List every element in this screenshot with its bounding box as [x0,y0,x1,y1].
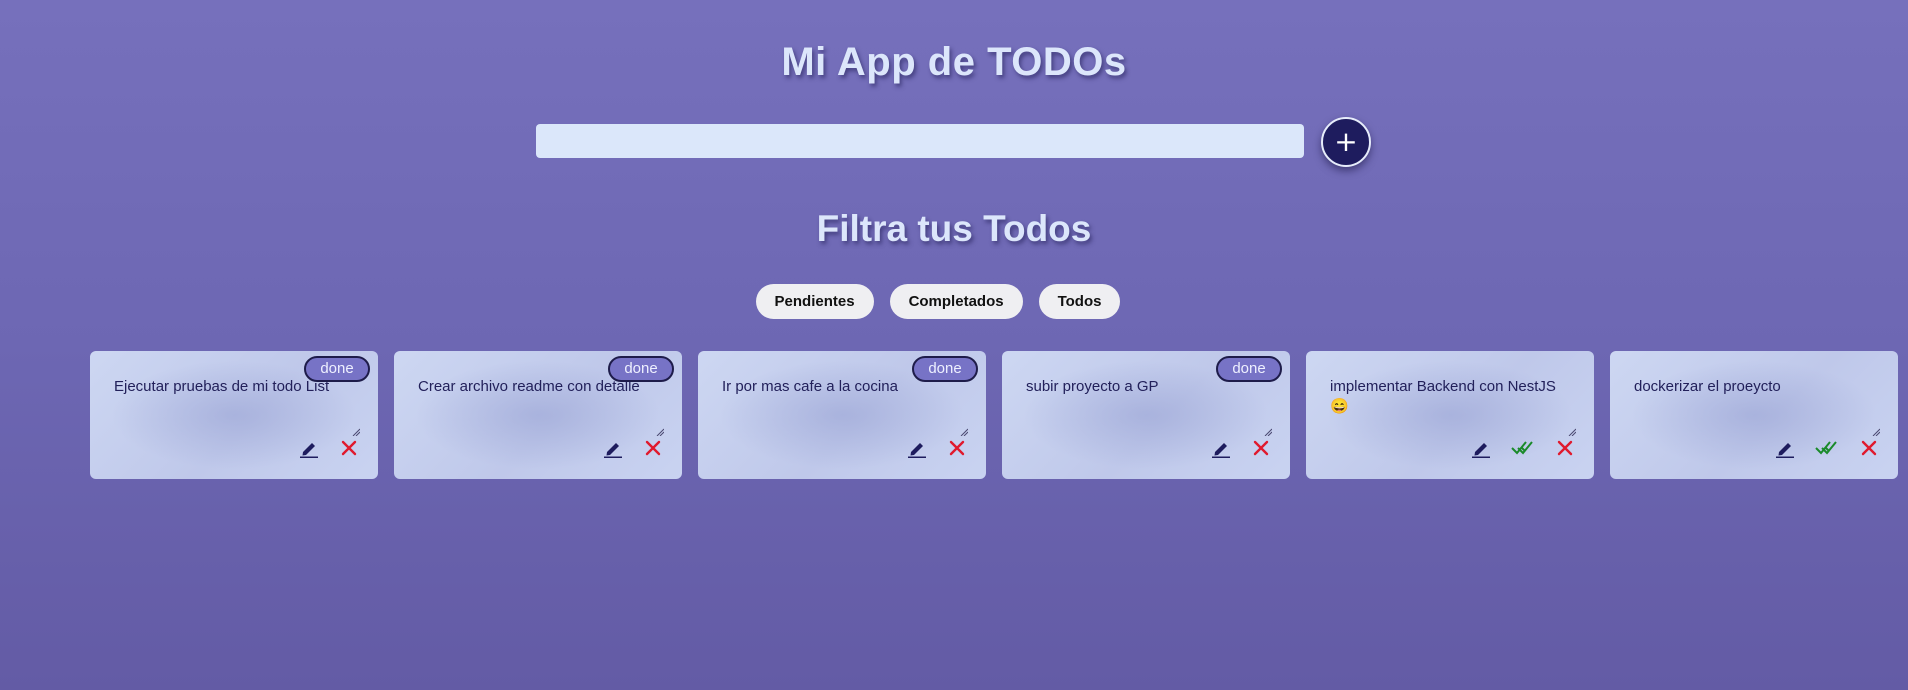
pencil-icon[interactable] [298,437,320,459]
close-icon[interactable] [642,437,664,459]
todo-text[interactable]: implementar Backend con NestJS 😄 [1330,377,1562,433]
resize-grip-icon[interactable] [352,423,361,437]
resize-grip-icon[interactable] [1568,423,1577,437]
double-check-icon[interactable] [1814,437,1840,459]
todo-text[interactable]: subir proyecto a GP [1026,377,1258,433]
done-badge: done [1216,356,1282,382]
pencil-icon[interactable] [1210,437,1232,459]
todo-list: Ejecutar pruebas de mi todo List done Crea… [90,351,1898,479]
close-icon[interactable] [1250,437,1272,459]
todo-text[interactable]: Ejecutar pruebas de mi todo List [114,377,346,433]
todo-actions [1470,437,1576,459]
done-badge: done [304,356,370,382]
filter-pending-button[interactable]: Pendientes [755,284,874,319]
resize-grip-icon[interactable] [656,423,665,437]
todo-text[interactable]: dockerizar el proeycto [1634,377,1866,433]
todo-card: dockerizar el proeycto [1610,351,1898,479]
done-badge: done [912,356,978,382]
pencil-icon[interactable] [602,437,624,459]
filter-title: Filtra tus Todos [816,208,1092,249]
close-icon[interactable] [1554,437,1576,459]
todo-text[interactable]: Crear archivo readme con detalle [418,377,650,433]
pencil-icon[interactable] [1774,437,1796,459]
pencil-icon[interactable] [1470,437,1492,459]
close-icon[interactable] [338,437,360,459]
done-badge: done [608,356,674,382]
todo-card: implementar Backend con NestJS 😄 [1306,351,1594,479]
resize-grip-icon[interactable] [1872,423,1881,437]
close-icon[interactable] [946,437,968,459]
todo-card: Crear archivo readme con detalle done [394,351,682,479]
todo-actions [602,437,664,459]
todo-actions [906,437,968,459]
todo-card: Ir por mas cafe a la cocina done [698,351,986,479]
resize-grip-icon[interactable] [960,423,969,437]
todo-card: subir proyecto a GP done [1002,351,1290,479]
resize-grip-icon[interactable] [1264,423,1273,437]
filter-bar: Pendientes Completados Todos [0,284,1908,319]
pencil-icon[interactable] [906,437,928,459]
todo-actions [1774,437,1880,459]
filter-completed-button[interactable]: Completados [889,284,1023,319]
todo-actions [1210,437,1272,459]
close-icon[interactable] [1858,437,1880,459]
add-todo-button[interactable]: + [1321,117,1371,167]
todo-card: Ejecutar pruebas de mi todo List done [90,351,378,479]
todo-text[interactable]: Ir por mas cafe a la cocina [722,377,954,433]
todo-actions [298,437,360,459]
filter-all-button[interactable]: Todos [1038,284,1121,319]
double-check-icon[interactable] [1510,437,1536,459]
new-todo-input[interactable] [536,124,1304,158]
app-title: Mi App de TODOs [781,40,1127,84]
